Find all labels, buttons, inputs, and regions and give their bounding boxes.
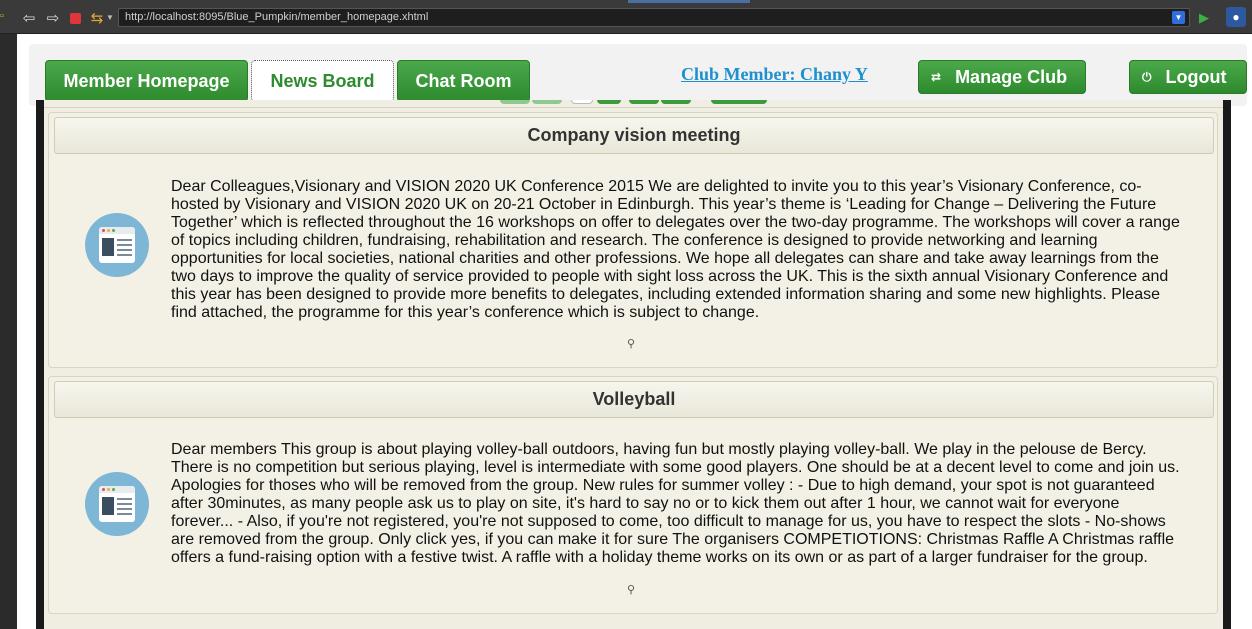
news-item: Company vision meeting Dear Colleagues,V… (48, 112, 1218, 368)
paginator-page-button[interactable] (597, 100, 621, 104)
sync-icon[interactable]: ⇆ (88, 9, 106, 27)
top-navigation: Member Homepage News Board Chat Room Clu… (29, 44, 1247, 106)
url-dropdown-icon[interactable]: ▼ (1172, 11, 1185, 24)
arrow-left-icon[interactable]: ⇦ (20, 9, 38, 27)
folder-icon: ▫ (0, 10, 4, 22)
paginator (44, 100, 1223, 108)
address-bar[interactable]: http://localhost:8095/Blue_Pumpkin/membe… (118, 8, 1190, 27)
manage-club-button[interactable]: ⇄ Manage Club (918, 60, 1086, 94)
news-title: Company vision meeting (54, 117, 1214, 154)
browser-toolbar: ▫ ⇦ ⇨ ⇆ ▼ http://localhost:8095/Blue_Pum… (0, 0, 1252, 34)
club-member-link[interactable]: Club Member: Chany Y (681, 64, 868, 85)
news-document-icon (85, 472, 149, 536)
tab-member-homepage[interactable]: Member Homepage (45, 60, 248, 102)
page-content: Member Homepage News Board Chat Room Clu… (17, 34, 1252, 629)
paginator-prev-button[interactable] (532, 100, 562, 104)
paginator-page-current[interactable] (571, 100, 593, 104)
paginator-next-button[interactable] (629, 100, 659, 104)
magnifier-icon[interactable]: ⚲ (627, 337, 641, 351)
tab-chat-room[interactable]: Chat Room (397, 60, 530, 102)
news-body: Dear Colleagues,Visionary and VISION 202… (171, 178, 1180, 321)
magnifier-icon[interactable]: ⚲ (627, 583, 641, 597)
news-title: Volleyball (54, 381, 1214, 418)
play-icon[interactable]: ▶ (1199, 10, 1213, 26)
paginator-last-button[interactable] (661, 100, 691, 104)
extension-icon[interactable]: ● (1226, 7, 1246, 27)
active-tab-indicator (628, 0, 750, 3)
chevron-down-icon[interactable]: ▼ (106, 13, 114, 22)
stop-icon[interactable] (66, 9, 84, 27)
news-board-frame: Company vision meeting Dear Colleagues,V… (36, 100, 1231, 629)
news-board-panel: Company vision meeting Dear Colleagues,V… (44, 100, 1223, 629)
swap-arrows-icon: ⇄ (931, 70, 942, 84)
manage-club-label: Manage Club (955, 66, 1068, 87)
url-text[interactable]: http://localhost:8095/Blue_Pumpkin/membe… (125, 11, 428, 23)
news-body: Dear members This group is about playing… (171, 441, 1180, 566)
news-document-icon (85, 213, 149, 277)
paginator-first-button[interactable] (500, 100, 530, 104)
news-item: Volleyball Dear members This group is ab… (48, 376, 1218, 614)
paginator-rows-select[interactable] (711, 100, 767, 104)
logout-label: Logout (1165, 66, 1227, 87)
tab-news-board[interactable]: News Board (251, 60, 394, 102)
power-icon: ⏻ (1142, 69, 1152, 84)
arrow-right-icon[interactable]: ⇨ (44, 9, 62, 27)
logout-button[interactable]: ⏻ Logout (1129, 60, 1247, 94)
